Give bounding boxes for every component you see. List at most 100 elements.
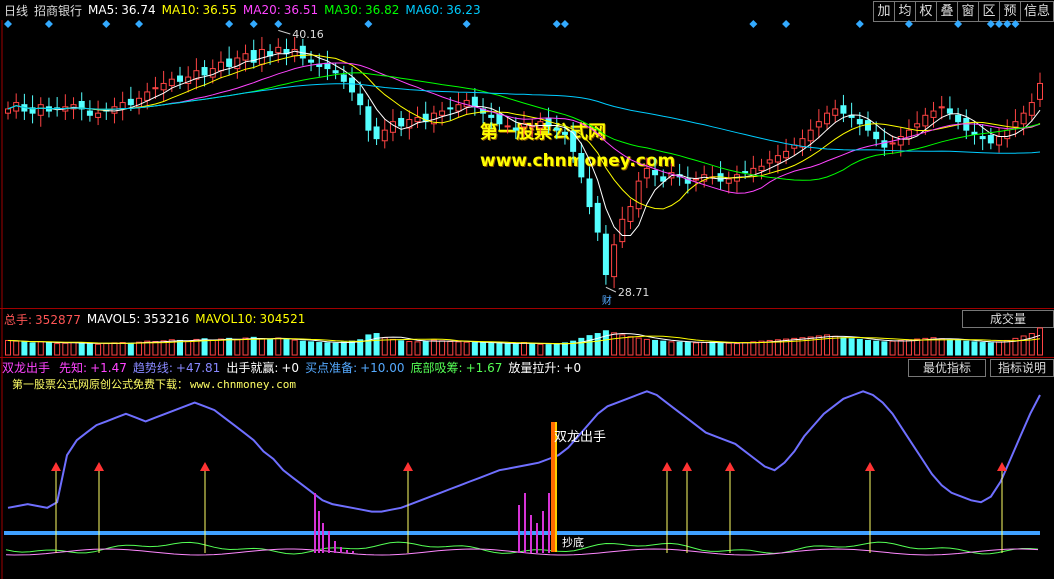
candle-body bbox=[996, 136, 1003, 146]
volume-bar bbox=[1028, 333, 1035, 356]
volume-bar bbox=[758, 340, 765, 356]
candle-body bbox=[365, 106, 372, 131]
candle-body bbox=[602, 233, 609, 276]
signal-diamond bbox=[102, 20, 111, 28]
volume-bar bbox=[693, 342, 699, 356]
low-price-label: 28.71 bbox=[618, 286, 650, 299]
foresight-bar bbox=[318, 511, 320, 553]
volume-bar bbox=[1020, 335, 1027, 356]
volume-bar bbox=[881, 341, 888, 356]
candle-body bbox=[766, 159, 773, 164]
candle-body bbox=[774, 155, 781, 163]
signal-diamond bbox=[986, 20, 995, 28]
candle-body bbox=[349, 77, 355, 93]
volume-bar bbox=[971, 341, 978, 356]
volume-bar bbox=[422, 340, 429, 356]
volume-bar bbox=[488, 342, 495, 356]
candle-body bbox=[504, 125, 511, 128]
volume-bar bbox=[709, 341, 716, 356]
foresight-bar bbox=[542, 511, 544, 553]
foresight-bar bbox=[548, 493, 550, 553]
signal-diamond bbox=[249, 20, 258, 28]
foresight-bar bbox=[322, 523, 324, 553]
volume-bar bbox=[291, 339, 298, 356]
volume-bar bbox=[578, 337, 585, 356]
volume-bar bbox=[283, 338, 290, 356]
candle-body bbox=[86, 110, 93, 116]
volume-bar bbox=[987, 342, 994, 356]
volume-bar bbox=[332, 342, 339, 356]
signal-arrow bbox=[51, 462, 61, 471]
candle-body bbox=[177, 75, 183, 82]
volume-bar bbox=[725, 342, 732, 356]
candle-body bbox=[144, 91, 151, 101]
signal-arrow bbox=[662, 462, 672, 471]
volume-bar bbox=[447, 341, 454, 356]
candle-body bbox=[447, 107, 454, 110]
volume-bar bbox=[512, 342, 519, 356]
volume-bar bbox=[553, 343, 560, 356]
signal-arrow bbox=[725, 462, 735, 471]
candle-body bbox=[209, 68, 216, 78]
candle-body bbox=[987, 134, 994, 144]
volume-bar bbox=[226, 337, 233, 356]
volume-bar bbox=[824, 334, 831, 356]
candle-body bbox=[201, 67, 208, 76]
candle-body bbox=[930, 110, 937, 118]
candle-body bbox=[275, 46, 282, 54]
candle-body bbox=[439, 110, 446, 116]
volume-bar bbox=[643, 338, 650, 356]
volume-bar bbox=[676, 341, 683, 356]
volume-bar bbox=[152, 341, 159, 356]
volume-bar bbox=[627, 336, 634, 356]
volume-bar bbox=[455, 341, 462, 356]
volume-bar bbox=[95, 343, 102, 356]
volume-bar bbox=[45, 342, 52, 356]
volume-bar bbox=[119, 342, 126, 356]
candle-body bbox=[160, 82, 167, 91]
volume-bar bbox=[54, 343, 61, 356]
volume-bar bbox=[946, 339, 953, 356]
volume-bar bbox=[561, 342, 568, 356]
volume-bar bbox=[1004, 339, 1011, 356]
high-pointer bbox=[278, 29, 291, 35]
volume-bar bbox=[840, 337, 847, 356]
candle-body bbox=[946, 108, 953, 114]
foresight-line bbox=[5, 548, 1039, 556]
candle-body bbox=[652, 169, 659, 176]
volume-bar bbox=[439, 340, 446, 356]
chart-canvas[interactable]: 40.16 28.71 财双龙出手抄底 bbox=[0, 0, 1054, 579]
volume-bar bbox=[365, 334, 372, 356]
candle-body bbox=[824, 112, 831, 125]
volume-bar bbox=[234, 339, 241, 356]
volume-bar bbox=[406, 341, 413, 356]
volume-bar bbox=[324, 342, 331, 356]
candle-body bbox=[455, 104, 462, 112]
volume-bar bbox=[398, 340, 405, 356]
volume-bar bbox=[37, 341, 44, 356]
signal-diamond bbox=[135, 20, 144, 28]
volume-bar bbox=[742, 342, 749, 356]
signal-diamond bbox=[560, 20, 569, 28]
volume-bar bbox=[750, 341, 757, 356]
signal-diamond bbox=[904, 20, 913, 28]
signal-diamond bbox=[274, 20, 283, 28]
candle-body bbox=[1004, 129, 1011, 140]
volume-bar bbox=[209, 339, 216, 356]
volume-bar bbox=[136, 341, 143, 356]
volume-bar bbox=[267, 338, 274, 356]
candle-body bbox=[258, 48, 265, 65]
candle-body bbox=[95, 112, 102, 118]
signal-diamond bbox=[1011, 20, 1020, 28]
volume-bar bbox=[905, 339, 912, 356]
candle-body bbox=[373, 126, 380, 140]
candle-body bbox=[758, 165, 765, 171]
volume-bar bbox=[652, 339, 659, 356]
volume-bar bbox=[463, 341, 470, 356]
volume-bar bbox=[873, 340, 880, 356]
volume-bar bbox=[480, 342, 487, 356]
volume-bar bbox=[848, 338, 855, 356]
volume-bar bbox=[414, 341, 421, 356]
signal-diamond bbox=[462, 20, 471, 28]
volume-bar bbox=[660, 340, 667, 356]
